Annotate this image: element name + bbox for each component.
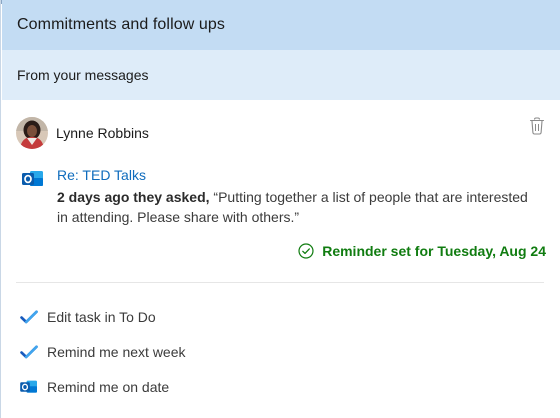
commitment-card: Lynne Robbins Re: TED Talks 2 days ago t… xyxy=(2,100,560,283)
section-title: From your messages xyxy=(17,67,149,83)
sender-row: Lynne Robbins xyxy=(16,117,149,149)
todo-check-icon xyxy=(20,343,38,361)
remind-next-week-action[interactable]: Remind me next week xyxy=(2,334,560,369)
action-label: Remind me next week xyxy=(47,343,186,360)
panel-header: Commitments and follow ups xyxy=(2,0,560,50)
divider xyxy=(16,282,544,283)
action-label: Remind me on date xyxy=(47,378,170,395)
message-time-prefix: 2 days ago they asked, xyxy=(57,189,210,205)
section-header: From your messages xyxy=(2,50,560,100)
edit-task-action[interactable]: Edit task in To Do xyxy=(2,299,560,334)
sender-name: Lynne Robbins xyxy=(56,125,149,141)
avatar xyxy=(16,117,48,149)
action-label: Edit task in To Do xyxy=(47,308,156,325)
todo-check-icon xyxy=(20,308,38,326)
delete-button[interactable] xyxy=(527,116,547,136)
outlook-icon xyxy=(20,378,38,396)
remind-on-date-action[interactable]: Remind me on date xyxy=(2,369,560,404)
message-snippet: 2 days ago they asked, “Putting together… xyxy=(57,187,542,227)
person-photo-icon xyxy=(16,117,48,149)
trash-icon xyxy=(529,117,545,135)
panel-title: Commitments and follow ups xyxy=(17,16,226,33)
check-circle-icon xyxy=(298,243,314,259)
reminder-status: Reminder set for Tuesday, Aug 24 xyxy=(298,243,546,259)
action-list: Edit task in To Do Remind me next week R… xyxy=(2,299,560,404)
outlook-icon xyxy=(22,169,44,189)
reminder-text: Reminder set for Tuesday, Aug 24 xyxy=(322,243,546,259)
message-subject-link[interactable]: Re: TED Talks xyxy=(57,167,146,183)
commitments-panel: Commitments and follow ups From your mes… xyxy=(0,0,560,418)
